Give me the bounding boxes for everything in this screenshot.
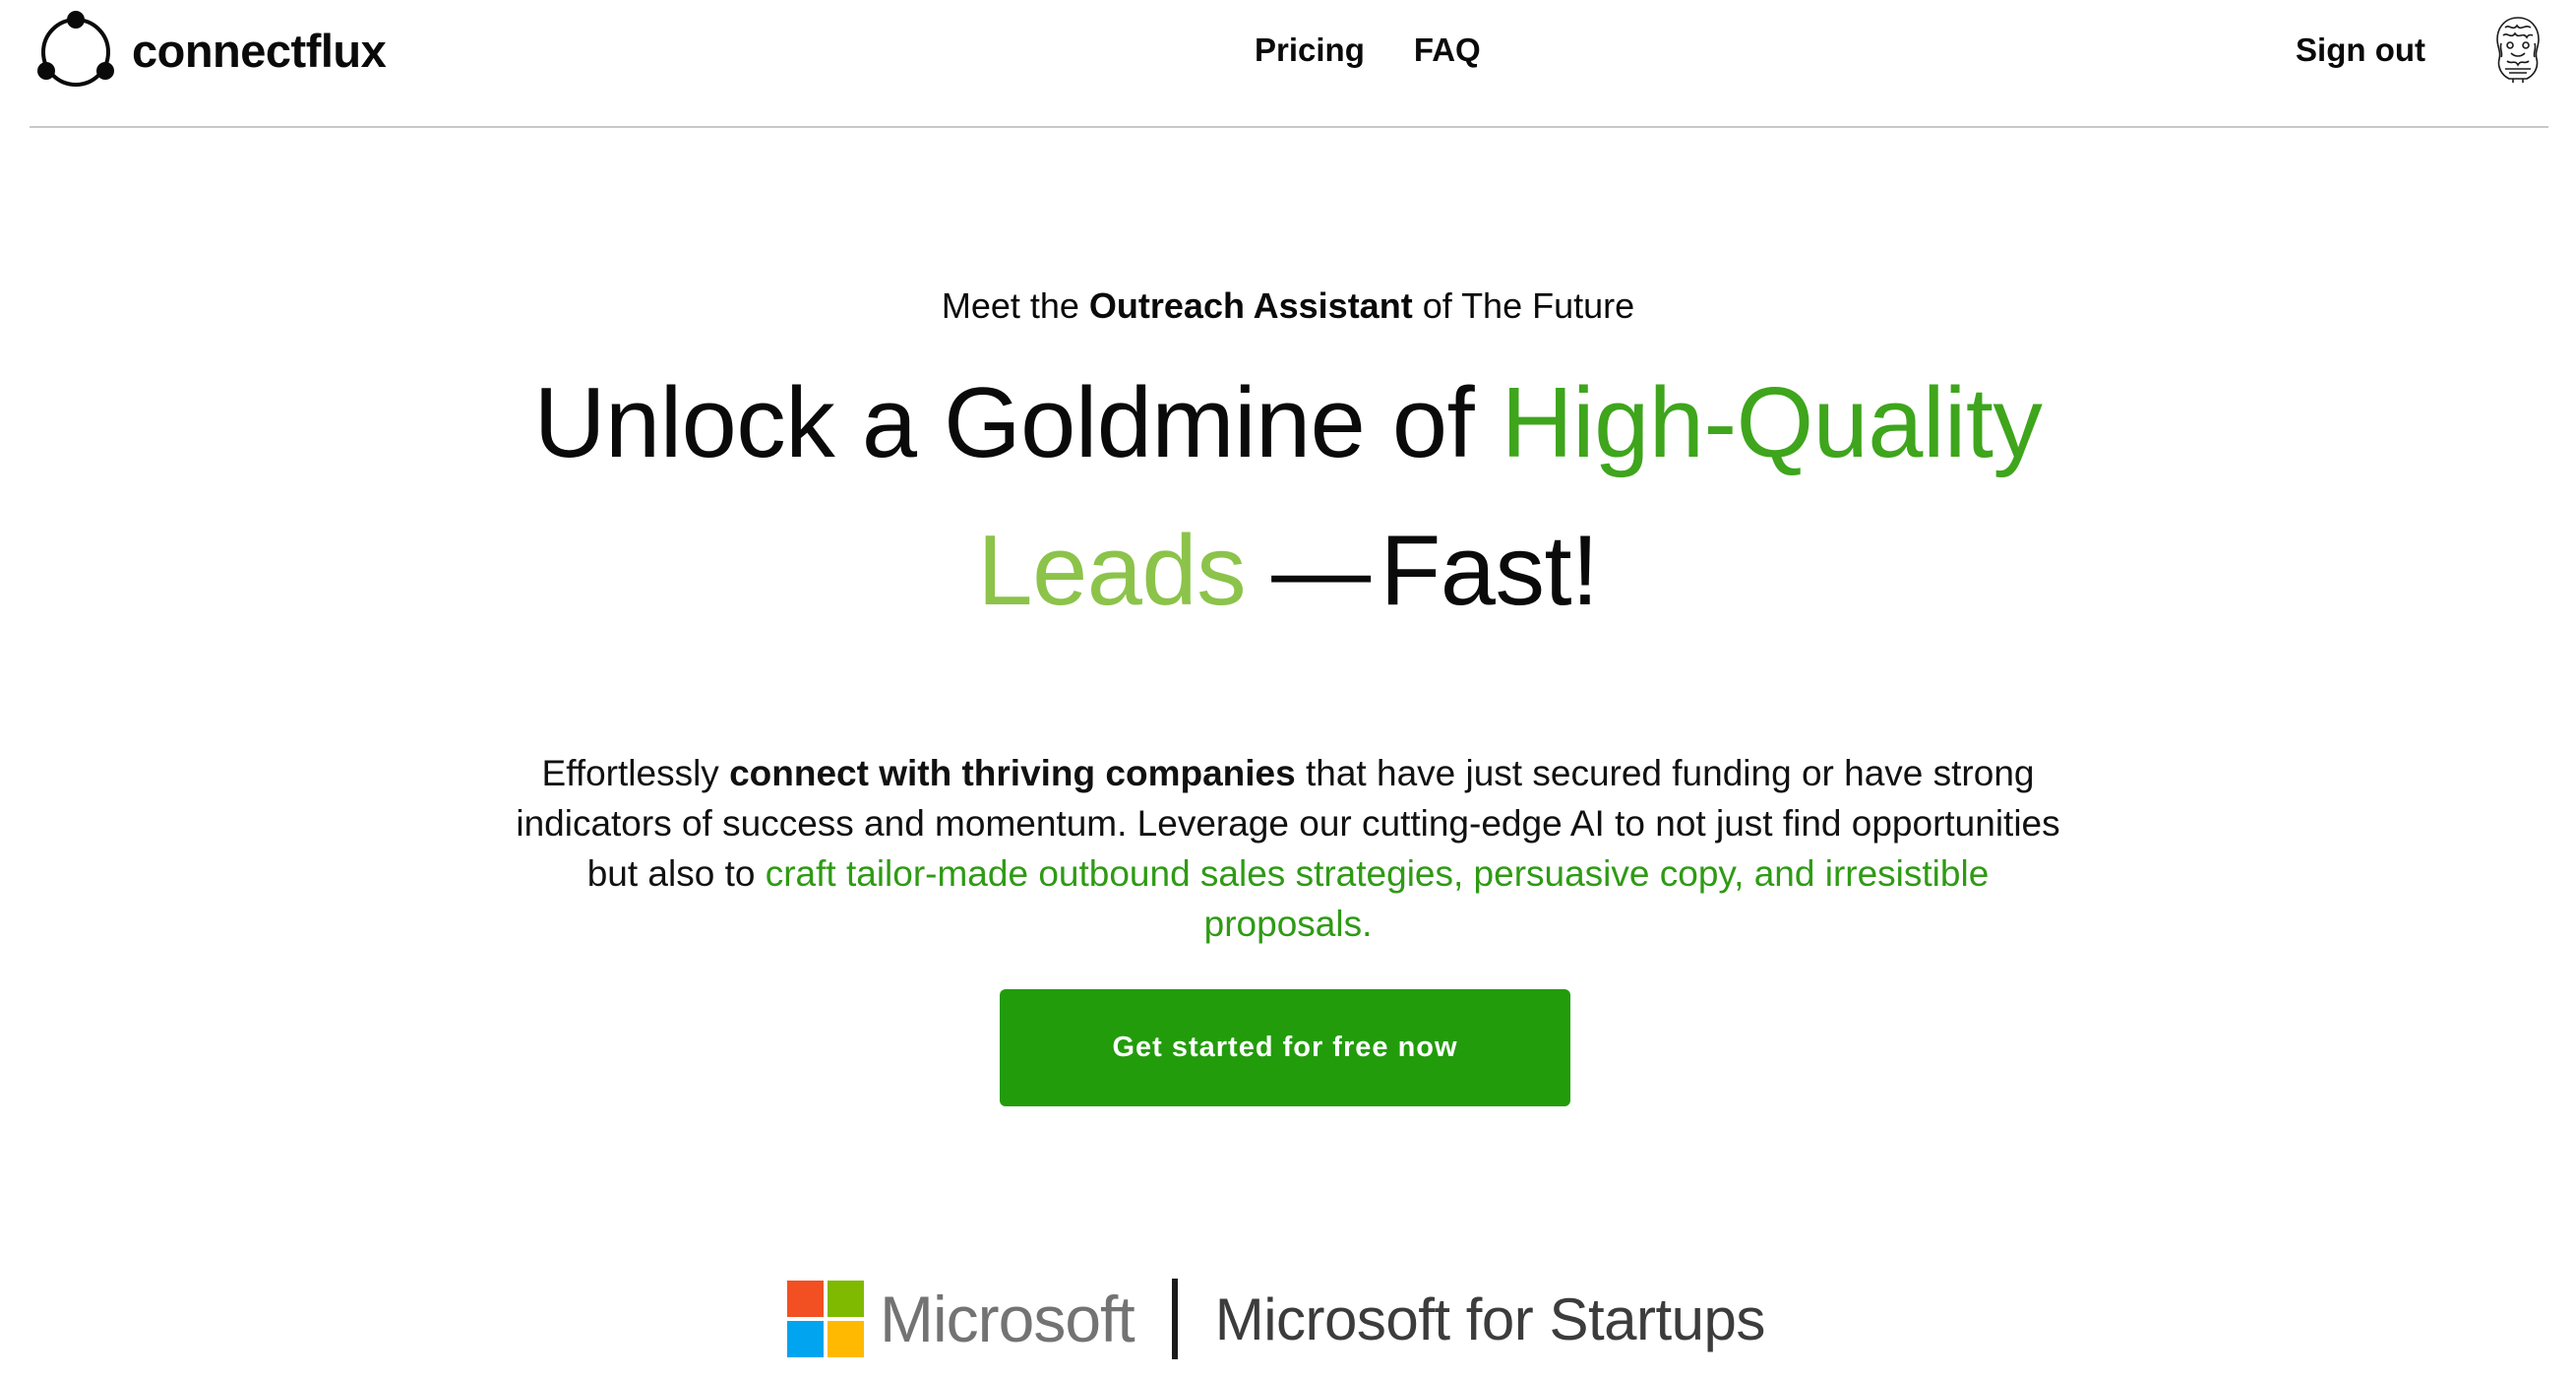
hero-description: Effortlessly connect with thriving compa… [501,748,2075,949]
nav-faq-link[interactable]: FAQ [1414,31,1481,69]
description-bold: connect with thriving companies [729,753,1296,793]
startups-program-text: Microsoft for Startups [1214,1285,1766,1352]
ms-square-blue [787,1321,824,1357]
microsoft-logo-icon [787,1281,864,1357]
headline-end: Fast! [1380,516,1600,626]
eyebrow-suffix: of The Future [1412,285,1635,326]
microsoft-wordmark: Microsoft [880,1283,1135,1355]
microsoft-for-startups-badge: Microsoft Microsoft for Startups [787,1278,1765,1360]
partner-divider [1171,1279,1178,1359]
ms-square-green [828,1281,864,1317]
main-nav: Pricing FAQ [1255,26,1481,75]
ms-square-yellow [828,1321,864,1357]
hero-headline: Unlock a Goldmine of High-Quality Leads —… [304,349,2272,645]
ms-square-red [787,1281,824,1317]
ornate-avatar-icon[interactable] [2487,14,2548,85]
headline-highlight-light: Leads [977,516,1247,626]
brand-name: connectflux [132,24,387,77]
connectflux-logo-icon [37,11,114,87]
nav-pricing-link[interactable]: Pricing [1255,31,1365,69]
brand-link[interactable]: connectflux [31,10,387,91]
get-started-button[interactable]: Get started for free now [1000,989,1570,1106]
eyebrow-bold: Outreach Assistant [1088,285,1413,326]
site-header: connectflux Pricing FAQ Sign out [30,0,2548,128]
headline-dash: — [1271,516,1371,626]
sign-out-link[interactable]: Sign out [2296,26,2425,75]
headline-highlight-green: High-Quality [1501,368,2043,478]
eyebrow-prefix: Meet the [941,285,1089,326]
headline-part1: Unlock a Goldmine of [533,368,1502,478]
page: connectflux Pricing FAQ Sign out Meet th… [0,0,2576,1378]
description-highlight: craft tailor-made outbound sales strateg… [765,853,1990,944]
hero-eyebrow: Meet the Outreach Assistant of The Futur… [0,285,2576,327]
description-part1: Effortlessly [541,753,730,793]
